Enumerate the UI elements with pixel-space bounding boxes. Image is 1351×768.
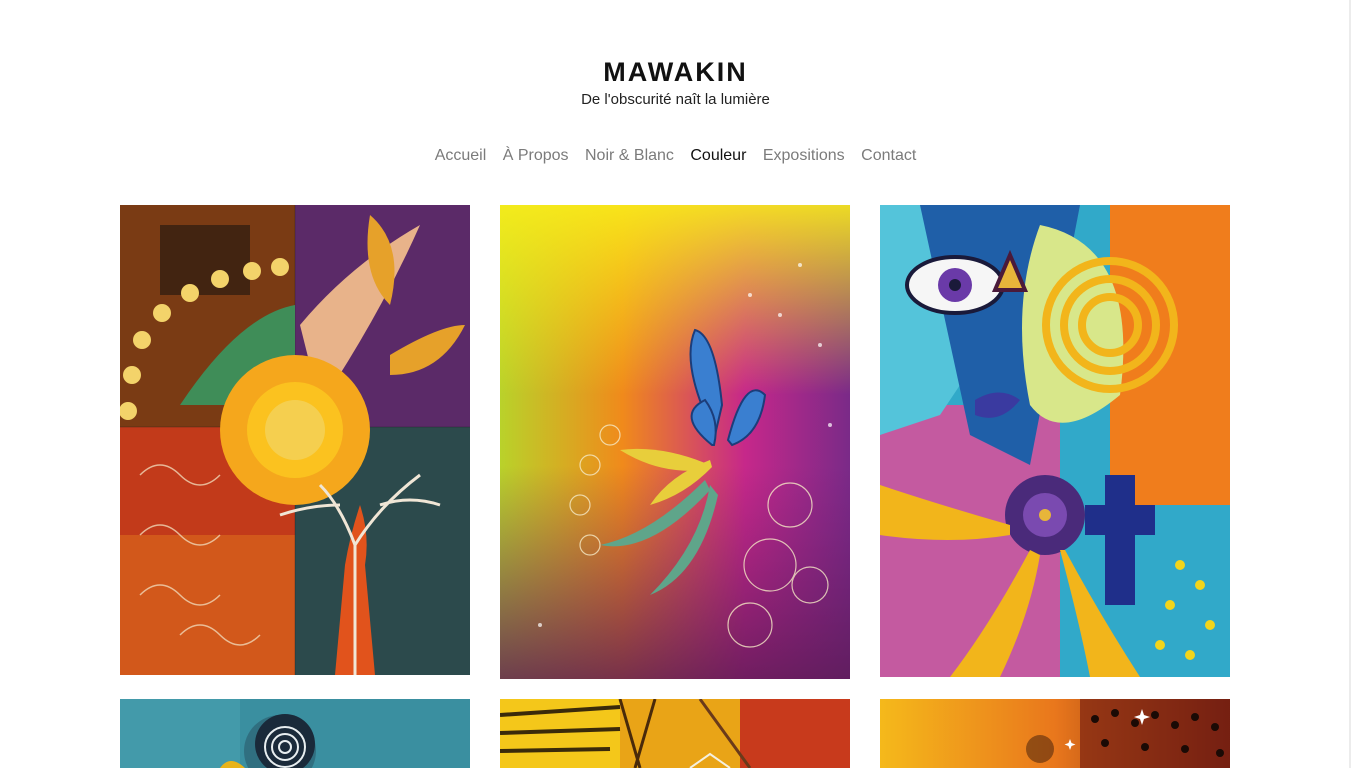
main-navigation: Accueil À Propos Noir & Blanc Couleur Ex…: [0, 146, 1351, 166]
artwork-sunset-dots-painting[interactable]: [880, 699, 1230, 768]
nav-item-accueil[interactable]: Accueil: [435, 147, 487, 164]
artwork-golden-lines-painting[interactable]: [500, 699, 850, 768]
artwork-sun-tree-painting[interactable]: [120, 205, 470, 675]
nav-item-expositions[interactable]: Expositions: [763, 147, 845, 164]
site-title[interactable]: MAWAKIN: [0, 55, 1351, 89]
site-tagline: De l'obscurité naît la lumière: [581, 91, 770, 108]
artwork-rainbow-flower-painting[interactable]: [500, 205, 850, 679]
nav-item-contact[interactable]: Contact: [861, 147, 916, 164]
artwork-blue-face-painting[interactable]: [880, 205, 1230, 677]
site-header: MAWAKIN De l'obscurité naît la lumière: [0, 55, 1351, 110]
nav-item-a-propos[interactable]: À Propos: [503, 147, 569, 164]
nav-item-noir-blanc[interactable]: Noir & Blanc: [585, 147, 674, 164]
artwork-teal-spiral-painting[interactable]: [120, 699, 470, 768]
nav-item-couleur[interactable]: Couleur: [690, 147, 746, 164]
